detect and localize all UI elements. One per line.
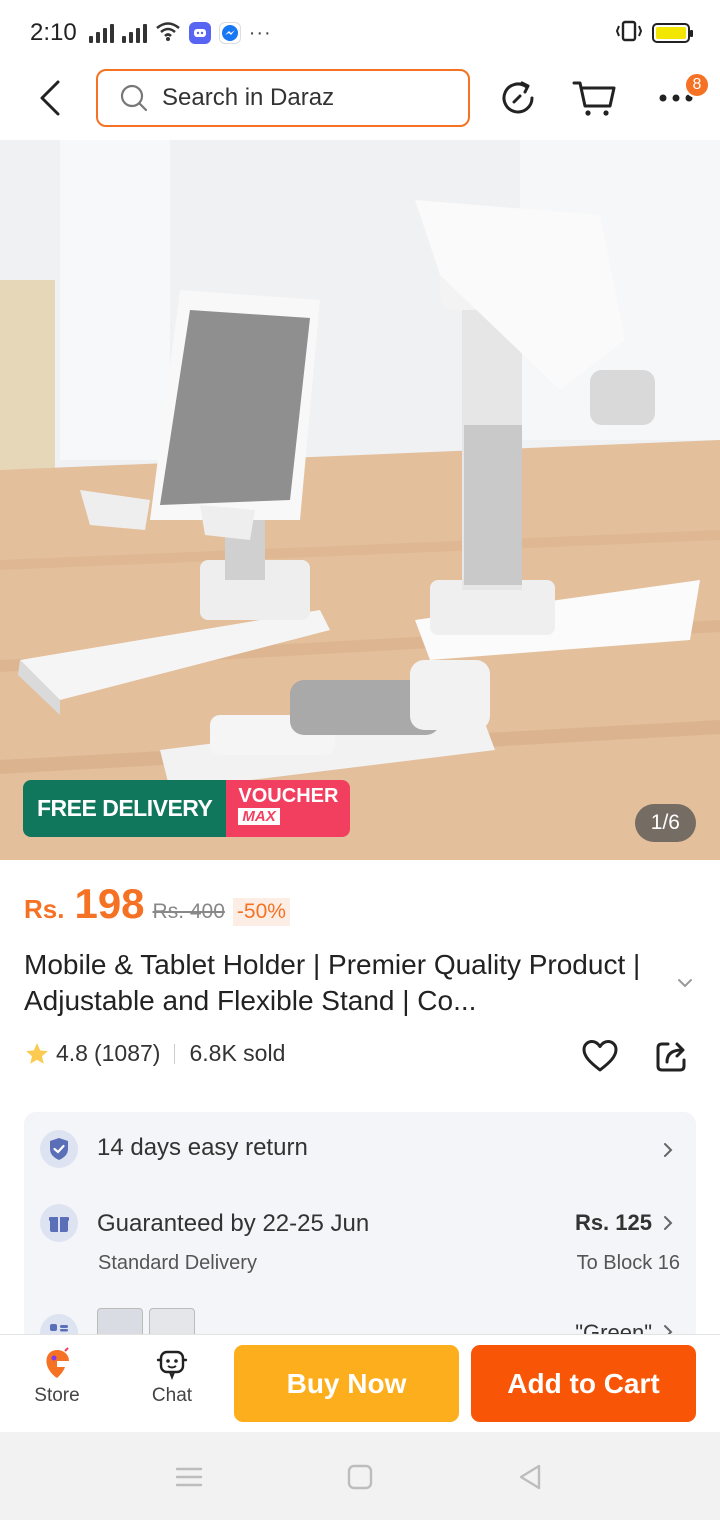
- free-delivery-badge: FREE DELIVERY: [23, 780, 227, 837]
- history-icon: [502, 81, 534, 114]
- delivery-fee: Rs. 125: [574, 1210, 652, 1235]
- bottom-action-bar: Store Chat Buy Now Add to Cart: [0, 1334, 720, 1432]
- max-label: MAX: [238, 808, 280, 825]
- star-icon: [26, 1042, 48, 1064]
- product-title: Mobile & Tablet Holder | Premier Quality…: [24, 949, 641, 1016]
- rating-row[interactable]: 4.8 (1087) 6.8K sold: [24, 1040, 285, 1067]
- wifi-icon: [155, 21, 181, 46]
- review-count: (1087): [93, 1040, 161, 1066]
- chat-icon: [156, 1350, 188, 1380]
- home-square-icon: [347, 1464, 373, 1490]
- shield-check-icon: [40, 1130, 78, 1168]
- voucher-label: VOUCHER: [238, 785, 339, 807]
- status-bar: 2:10 ···: [0, 0, 720, 66]
- more-notifications-icon: ···: [248, 21, 272, 44]
- system-navigation-bar: [0, 1432, 720, 1520]
- sold-count: 6.8K sold: [189, 1040, 286, 1066]
- back-system-button[interactable]: [515, 1462, 545, 1492]
- share-icon: [656, 1042, 686, 1072]
- signal-icon: [121, 23, 147, 43]
- search-placeholder: Search in Daraz: [162, 84, 335, 111]
- battery-icon: [652, 23, 693, 43]
- share-button[interactable]: [652, 1036, 692, 1076]
- search-icon: [120, 84, 148, 112]
- price-value: 198: [74, 880, 145, 927]
- delivery-row[interactable]: Guaranteed by 22-25 Jun Standard Deliver…: [24, 1192, 696, 1282]
- top-header: Search in Daraz 8: [0, 66, 720, 140]
- store-label: Store: [34, 1385, 80, 1406]
- delivery-type-label: Standard Delivery: [98, 1252, 257, 1274]
- cart-icon: [572, 81, 616, 116]
- delivery-guarantee-label: Guaranteed by 22-25 Jun: [97, 1210, 370, 1237]
- chat-button[interactable]: Chat: [132, 1347, 212, 1407]
- chevron-left-icon: [40, 80, 60, 116]
- wishlist-button[interactable]: [580, 1036, 620, 1076]
- notification-badge: 8: [684, 72, 710, 98]
- voucher-max-badge: VOUCHER MAX: [226, 780, 351, 837]
- more-menu-button[interactable]: 8: [654, 72, 710, 120]
- return-policy-row[interactable]: 14 days easy return: [24, 1112, 696, 1186]
- status-time: 2:10: [30, 19, 77, 46]
- search-input[interactable]: Search in Daraz: [96, 69, 470, 127]
- messenger-icon: [218, 22, 241, 44]
- delivery-location: To Block 16: [576, 1252, 680, 1274]
- store-icon: [46, 1347, 69, 1378]
- promo-badge: FREE DELIVERY VOUCHER MAX: [23, 780, 351, 837]
- rating-value: 4.8: [56, 1040, 88, 1066]
- gift-box-icon: [40, 1204, 78, 1242]
- cart-button[interactable]: [572, 76, 616, 120]
- chevron-right-icon: [664, 1216, 673, 1230]
- price-row: Rs. 198 Rs. 400 -50%: [24, 880, 290, 928]
- signal-icon: [88, 23, 114, 43]
- image-counter: 1/6: [634, 804, 696, 842]
- price-currency: Rs.: [24, 894, 65, 924]
- menu-icon: [175, 1467, 203, 1487]
- home-button[interactable]: [345, 1462, 375, 1492]
- store-button[interactable]: Store: [17, 1347, 97, 1407]
- recent-apps-button[interactable]: [174, 1462, 204, 1492]
- return-policy-label: 14 days easy return: [97, 1134, 308, 1161]
- back-triangle-icon: [519, 1464, 541, 1490]
- add-to-cart-button[interactable]: Add to Cart: [471, 1345, 696, 1422]
- chevron-right-icon: [664, 1143, 673, 1157]
- expand-title-button[interactable]: [676, 976, 694, 994]
- product-photo: [0, 140, 720, 860]
- history-button[interactable]: [496, 76, 540, 120]
- discount-badge: -50%: [232, 898, 290, 926]
- heart-icon: [582, 1040, 618, 1072]
- divider: [174, 1043, 176, 1064]
- vibrate-icon: [614, 20, 644, 47]
- discord-icon: [188, 22, 211, 44]
- chat-label: Chat: [151, 1385, 193, 1406]
- back-button[interactable]: [28, 76, 72, 120]
- buy-now-button[interactable]: Buy Now: [234, 1345, 459, 1422]
- original-price: Rs. 400: [152, 900, 225, 923]
- chevron-down-icon: [678, 979, 692, 988]
- product-image-carousel[interactable]: FREE DELIVERY VOUCHER MAX 1/6: [0, 140, 720, 860]
- service-card: 14 days easy return Guaranteed by 22-25 …: [24, 1112, 696, 1342]
